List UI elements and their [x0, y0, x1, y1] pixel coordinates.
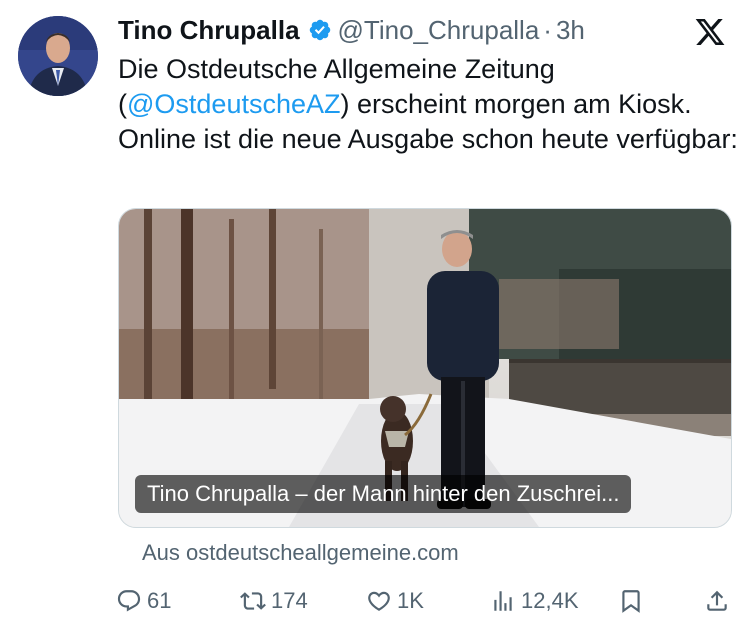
- x-logo-icon[interactable]: [694, 16, 726, 48]
- like-icon: [368, 591, 390, 611]
- share-icon: [707, 590, 727, 611]
- card-title[interactable]: Tino Chrupalla – der Mann hinter den Zus…: [135, 475, 632, 513]
- avatar-image: [18, 16, 98, 96]
- reply-icon: [117, 590, 141, 612]
- like-button[interactable]: 1K: [366, 586, 424, 616]
- share-button[interactable]: [704, 586, 735, 616]
- link-card[interactable]: Tino Chrupalla – der Mann hinter den Zus…: [118, 208, 732, 528]
- tweet-header: Tino Chrupalla @Tino_Chrupalla · 3h: [118, 14, 585, 46]
- views-button[interactable]: 12,4K: [490, 586, 579, 616]
- repost-count: 174: [271, 588, 308, 613]
- reply-count: 61: [147, 588, 172, 613]
- like-count: 1K: [397, 588, 424, 613]
- bookmark-button[interactable]: [618, 586, 649, 616]
- bookmark-icon: [622, 590, 640, 613]
- avatar[interactable]: [18, 16, 98, 96]
- author-name[interactable]: Tino Chrupalla: [118, 15, 300, 46]
- card-source[interactable]: Aus ostdeutscheallgemeine.com: [142, 540, 459, 566]
- repost-button[interactable]: 174: [240, 586, 308, 616]
- views-count: 12,4K: [521, 588, 579, 613]
- repost-icon: [240, 592, 266, 610]
- views-icon: [494, 591, 512, 611]
- tweet-time[interactable]: 3h: [556, 15, 585, 46]
- mention-link[interactable]: @OstdeutscheAZ: [127, 89, 341, 119]
- action-bar: 61 174 1K 12,4K: [116, 586, 734, 616]
- verified-badge-icon: [308, 18, 332, 42]
- author-handle[interactable]: @Tino_Chrupalla: [338, 15, 540, 46]
- tweet-text: Die Ostdeutsche Allgemeine Zeitung (@Ost…: [118, 52, 738, 157]
- reply-button[interactable]: 61: [116, 586, 171, 616]
- separator-dot: ·: [543, 14, 552, 45]
